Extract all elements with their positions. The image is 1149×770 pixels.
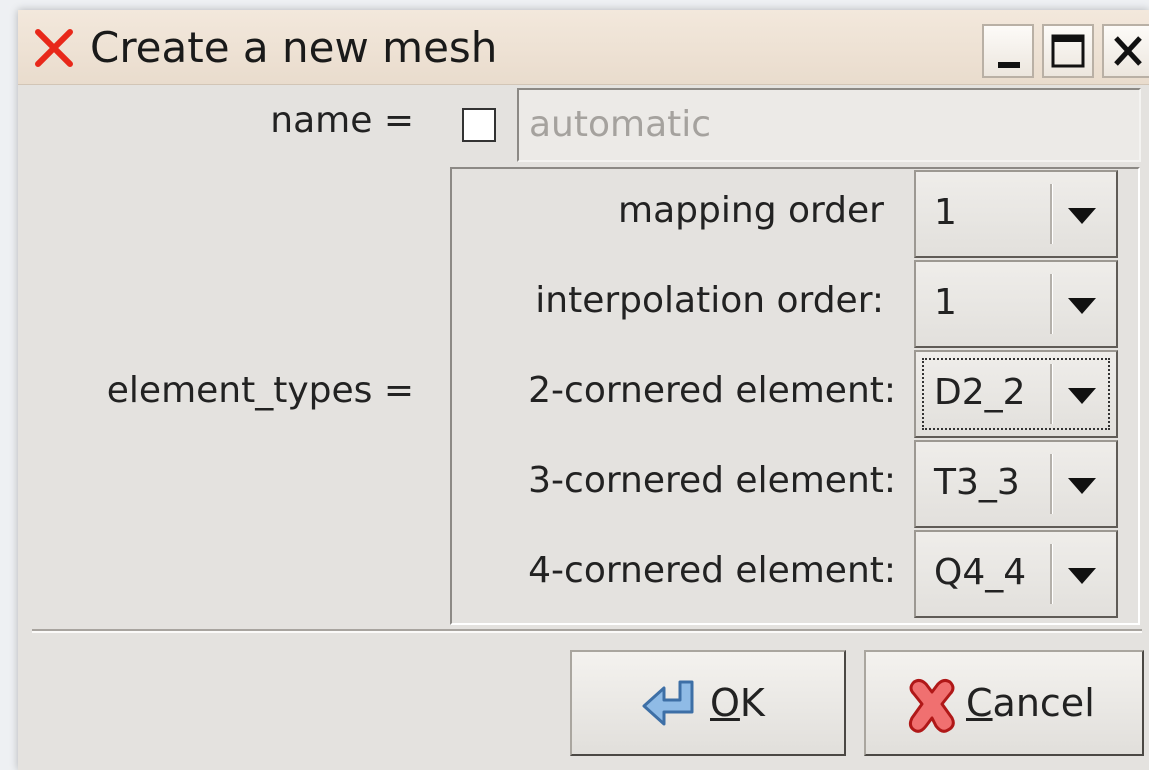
interpolation-order-value: 1 [934, 282, 957, 323]
window-title: Create a new mesh [90, 23, 498, 72]
combo-separator [1050, 544, 1053, 604]
chevron-down-icon [1068, 478, 1096, 494]
close-button[interactable] [1102, 24, 1149, 78]
chevron-down-icon [1068, 388, 1096, 404]
combo-separator [1050, 364, 1053, 424]
ok-button[interactable]: OK [570, 650, 846, 756]
title-bar[interactable]: Create a new mesh [18, 10, 1149, 85]
chevron-down-icon [1068, 208, 1096, 224]
element-types-label: element_types = [106, 370, 414, 411]
interpolation-order-label: interpolation order: [535, 280, 884, 321]
close-icon [1114, 36, 1142, 66]
four-cornered-element-select[interactable]: Q4_4 [914, 530, 1118, 618]
create-mesh-dialog: Create a new mesh name = automatic eleme… [18, 10, 1149, 770]
minimize-icon [998, 62, 1020, 68]
button-separator [32, 629, 1142, 633]
three-cornered-element-value: T3_3 [934, 462, 1020, 503]
return-arrow-icon [642, 680, 694, 726]
maximize-button[interactable] [1042, 24, 1094, 78]
two-cornered-element-value: D2_2 [934, 372, 1026, 413]
chevron-down-icon [1068, 568, 1096, 584]
mapping-order-label: mapping order [618, 190, 884, 231]
two-cornered-element-select[interactable]: D2_2 [914, 350, 1118, 438]
three-cornered-element-label: 3-cornered element: [528, 460, 896, 501]
ok-label: OK [710, 681, 765, 725]
four-cornered-element-label: 4-cornered element: [528, 550, 896, 591]
chevron-down-icon [1068, 298, 1096, 314]
interpolation-order-select[interactable]: 1 [914, 260, 1118, 348]
name-input[interactable]: automatic [517, 88, 1141, 162]
minimize-button[interactable] [982, 24, 1034, 78]
name-auto-checkbox[interactable] [462, 108, 496, 142]
combo-separator [1050, 274, 1053, 334]
red-x-icon [908, 678, 955, 733]
mapping-order-value: 1 [934, 192, 957, 233]
close-x-icon [35, 29, 73, 67]
maximize-icon [1051, 34, 1085, 68]
name-label: name = [270, 100, 414, 141]
mapping-order-select[interactable]: 1 [914, 170, 1118, 258]
combo-separator [1050, 454, 1053, 514]
cancel-button[interactable]: Cancel [864, 650, 1144, 756]
three-cornered-element-select[interactable]: T3_3 [914, 440, 1118, 528]
cancel-label: Cancel [966, 681, 1095, 725]
four-cornered-element-value: Q4_4 [934, 552, 1027, 593]
combo-separator [1050, 184, 1053, 244]
two-cornered-element-label: 2-cornered element: [528, 370, 896, 411]
